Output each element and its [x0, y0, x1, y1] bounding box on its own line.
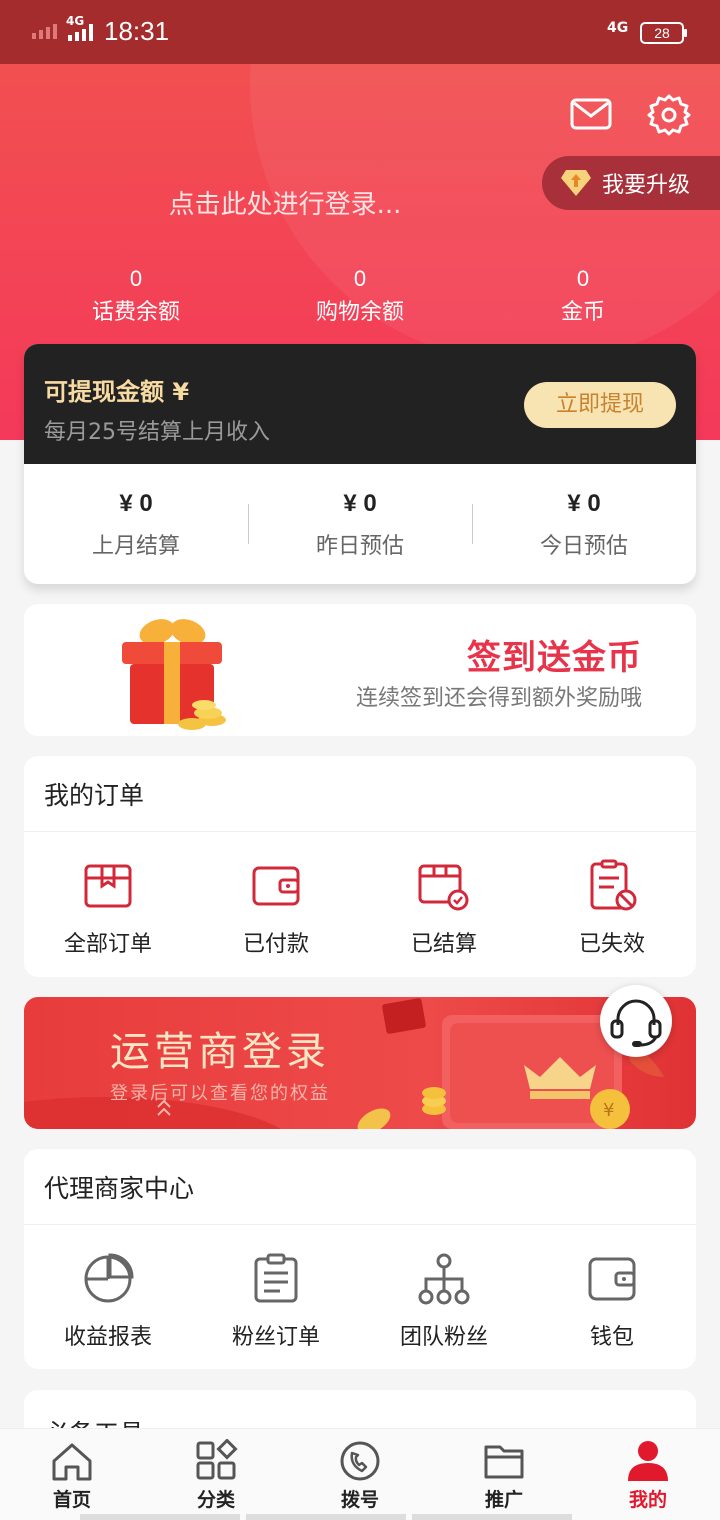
- balance-shopping[interactable]: 0 购物余额: [240, 266, 480, 326]
- tab-home-label: 首页: [52, 1489, 91, 1511]
- system-nav-hint: [0, 1514, 720, 1520]
- fan-orders[interactable]: 粉丝订单: [192, 1225, 360, 1351]
- tab-category-label: 分类: [196, 1489, 235, 1511]
- network-label-2: 4G: [607, 20, 629, 36]
- stat-amount: ¥ 0: [343, 490, 377, 517]
- balance-coins[interactable]: 0 金币: [463, 266, 703, 326]
- order-invalid[interactable]: 已失效: [528, 832, 696, 958]
- order-all[interactable]: 全部订单: [24, 832, 192, 958]
- category-icon: [196, 1439, 238, 1480]
- stat-label: 今日预估: [539, 534, 628, 559]
- status-bar: 4G 18:31 4G 28: [0, 0, 720, 64]
- revenue-report[interactable]: 收益报表: [24, 1225, 192, 1351]
- agent-center-title: 代理商家中心: [24, 1149, 696, 1225]
- withdraw-card: 可提现金额 ¥ 每月25号结算上月收入 立即提现 ¥ 0 上月结算 ¥ 0 昨日…: [24, 344, 696, 584]
- invalid-document-icon: [590, 859, 637, 911]
- withdraw-button[interactable]: 立即提现: [524, 382, 676, 428]
- balance-label: 购物余额: [315, 300, 404, 325]
- gear-icon[interactable]: [646, 92, 692, 138]
- balance-value: 0: [129, 266, 143, 291]
- customer-service-icon[interactable]: [600, 985, 672, 1057]
- fan-orders-label: 粉丝订单: [231, 1325, 320, 1350]
- box-icon: [84, 864, 132, 908]
- agent-center-section: 代理商家中心 收益报表 粉丝订单 团队粉丝 钱包: [24, 1149, 696, 1369]
- checkin-subtitle: 连续签到还会得到额外奖励哦: [355, 686, 642, 711]
- operator-login-banner[interactable]: ¥ 运营商登录 登录后可以查看您的权益: [24, 997, 696, 1129]
- tab-dial[interactable]: 拨号: [288, 1429, 432, 1520]
- stat-label: 昨日预估: [315, 534, 404, 559]
- phone-icon: [340, 1441, 380, 1481]
- withdraw-subtitle: 每月25号结算上月收入: [44, 420, 270, 445]
- wallet-icon: [588, 1257, 636, 1301]
- revenue-report-label: 收益报表: [63, 1325, 152, 1350]
- order-settled[interactable]: 已结算: [360, 832, 528, 958]
- checkin-title: 签到送金币: [467, 638, 642, 678]
- balance-phone[interactable]: 0 话费余额: [16, 266, 256, 326]
- clipboard-icon: [254, 1253, 298, 1303]
- tab-promote-label: 推广: [484, 1489, 523, 1511]
- stat-last-month: ¥ 0 上月结算: [24, 490, 248, 560]
- balance-label: 话费余额: [91, 300, 180, 325]
- battery-icon: 28: [640, 22, 687, 44]
- home-icon: [52, 1443, 92, 1481]
- stat-today: ¥ 0 今日预估: [472, 490, 696, 560]
- settled-box-icon: [418, 864, 469, 911]
- team-tree-icon: [418, 1253, 470, 1305]
- tab-promote[interactable]: 推广: [432, 1429, 576, 1520]
- clock: 18:31: [104, 16, 170, 46]
- balance-value: 0: [576, 266, 590, 291]
- bottom-tab-bar: 首页 分类 拨号 推广 我的: [0, 1428, 720, 1520]
- folder-icon: [484, 1445, 524, 1479]
- gift-box-icon: [122, 619, 226, 730]
- tab-mine[interactable]: 我的: [576, 1429, 720, 1520]
- login-prompt[interactable]: 点击此处进行登录...: [0, 184, 570, 221]
- wallet-icon: [252, 866, 300, 906]
- balance-label: 金币: [560, 300, 605, 325]
- tab-home[interactable]: 首页: [0, 1429, 144, 1520]
- user-icon: [628, 1441, 668, 1481]
- orders-section: 我的订单 全部订单 已付款 已结算 已失效: [24, 756, 696, 977]
- battery-level: 28: [654, 25, 670, 41]
- mail-icon[interactable]: [568, 92, 614, 138]
- upgrade-label: 我要升级: [602, 173, 691, 198]
- team-fans[interactable]: 团队粉丝: [360, 1225, 528, 1351]
- balance-value: 0: [353, 266, 367, 291]
- stat-yesterday: ¥ 0 昨日预估: [248, 490, 472, 560]
- tab-dial-label: 拨号: [340, 1489, 379, 1511]
- orders-title: 我的订单: [24, 756, 696, 832]
- order-paid[interactable]: 已付款: [192, 832, 360, 958]
- tab-mine-label: 我的: [628, 1489, 667, 1511]
- stat-label: 上月结算: [91, 534, 180, 559]
- pie-chart-icon: [84, 1253, 134, 1303]
- operator-title: 运营商登录: [110, 1029, 330, 1075]
- order-settled-label: 已结算: [410, 932, 477, 957]
- wallet[interactable]: 钱包: [528, 1225, 696, 1351]
- order-paid-label: 已付款: [242, 932, 309, 957]
- signal-strong-icon: [68, 24, 93, 41]
- order-invalid-label: 已失效: [578, 932, 645, 957]
- stat-amount: ¥ 0: [567, 490, 601, 517]
- svg-text:¥: ¥: [603, 1100, 614, 1121]
- wallet-label: 钱包: [589, 1325, 634, 1350]
- order-all-label: 全部订单: [63, 932, 152, 957]
- tab-category[interactable]: 分类: [144, 1429, 288, 1520]
- signal-icon: [32, 24, 57, 39]
- team-fans-label: 团队粉丝: [399, 1325, 488, 1350]
- withdraw-title: 可提现金额 ¥: [44, 378, 190, 406]
- operator-subtitle: 登录后可以查看您的权益: [110, 1083, 330, 1104]
- checkin-banner[interactable]: 签到送金币 连续签到还会得到额外奖励哦: [24, 604, 696, 736]
- stat-amount: ¥ 0: [119, 490, 153, 517]
